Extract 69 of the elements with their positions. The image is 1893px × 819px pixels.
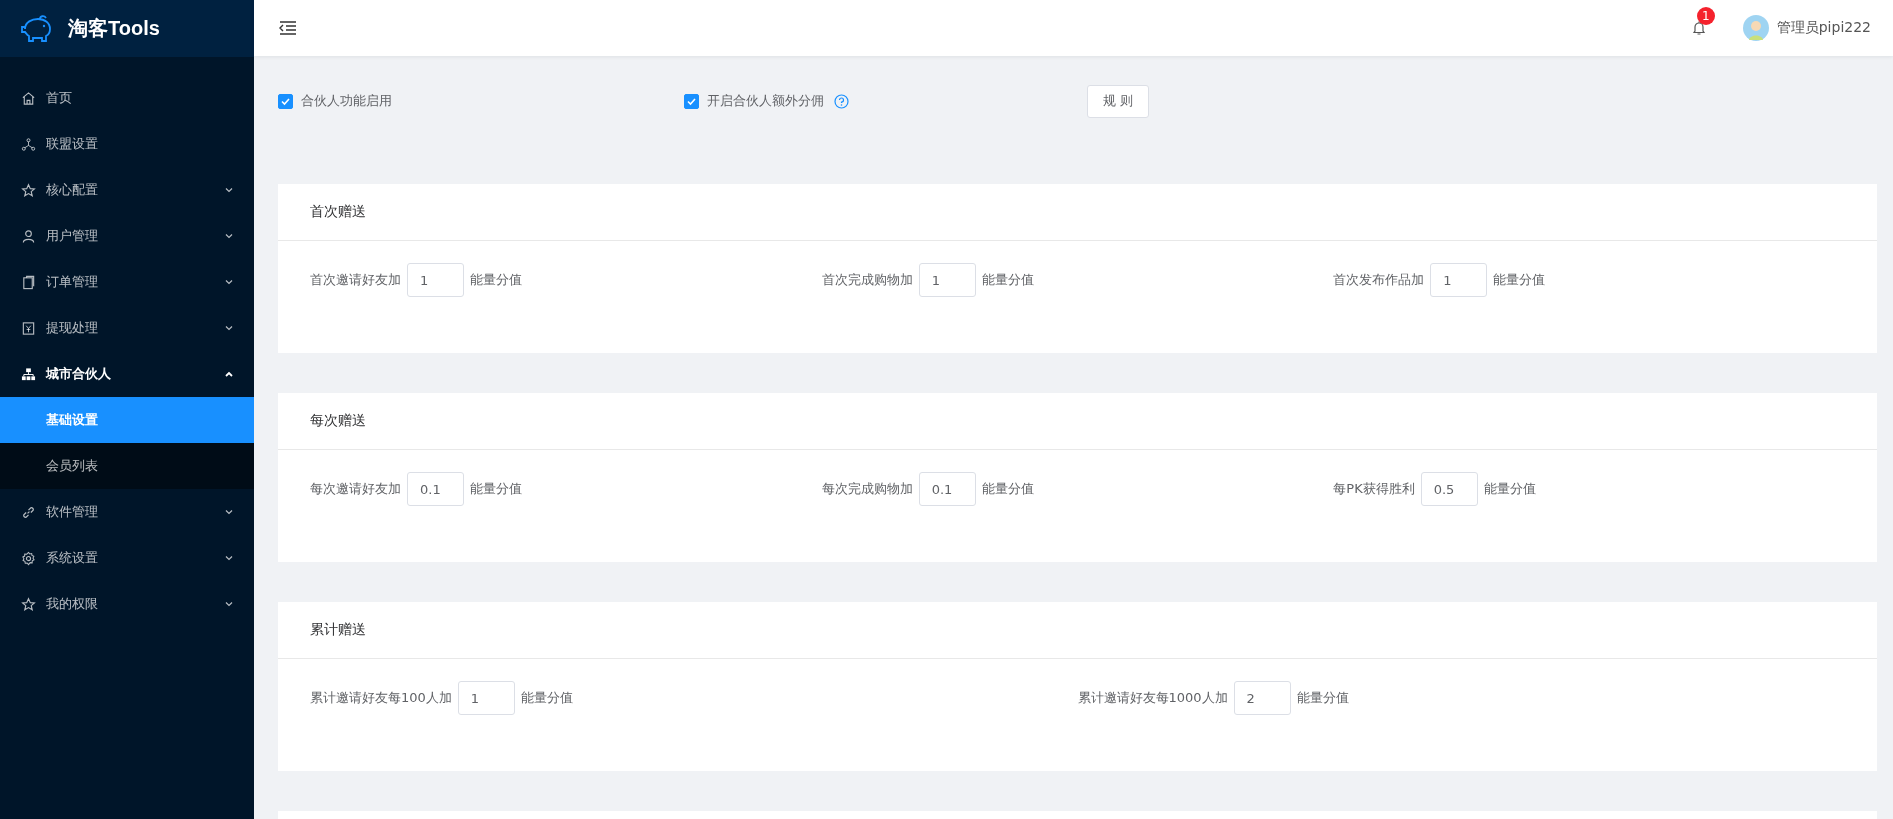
clipboard-icon: [21, 274, 36, 290]
help-icon[interactable]: [834, 93, 849, 109]
user-name[interactable]: 管理员pipi222: [1776, 19, 1871, 37]
chevron-icon: [224, 323, 234, 333]
number-input[interactable]: 1: [918, 263, 976, 297]
number-input[interactable]: 1: [407, 263, 464, 297]
checkbox-label[interactable]: 合伙人功能启用: [301, 92, 392, 110]
unit-label: 能量分值: [981, 271, 1034, 289]
yen-icon: [21, 320, 36, 336]
piggy-bank-logo-icon: [20, 14, 54, 43]
chevron-icon: [224, 231, 234, 241]
star-icon: [21, 596, 36, 612]
field-label: 首次完成购物加: [821, 271, 913, 289]
submenu-item[interactable]: 会员列表: [0, 443, 254, 489]
field-label: 每次完成购物加: [821, 480, 913, 498]
sidebar-item[interactable]: 软件管理: [0, 489, 254, 535]
sidebar-item[interactable]: 我的权限: [0, 581, 254, 627]
card-title: 首次赠送: [278, 184, 1877, 241]
star-icon: [21, 182, 36, 198]
user-icon: [21, 228, 36, 244]
number-input[interactable]: 1: [1430, 263, 1488, 297]
menu-fold-icon[interactable]: [278, 19, 298, 37]
unit-label: 能量分值: [470, 480, 522, 498]
gear-icon: [21, 550, 36, 566]
number-input[interactable]: 0.1: [407, 472, 464, 506]
field-label: 首次邀请好友加: [310, 271, 401, 289]
chevron-icon: [224, 507, 234, 517]
field-label: 累计邀请好友每100人加: [310, 689, 452, 707]
field-label: 每PK获得胜利: [1333, 480, 1415, 498]
checkbox[interactable]: [684, 93, 699, 109]
sidebar-item[interactable]: 订单管理: [0, 259, 254, 305]
sidebar-item[interactable]: 城市合伙人: [0, 351, 254, 397]
unit-label: 能量分值: [1483, 480, 1536, 498]
number-input[interactable]: 1: [457, 681, 515, 715]
chevron-icon: [224, 185, 234, 195]
checkbox-label[interactable]: 开启合伙人额外分佣: [707, 92, 824, 110]
unit-label: 能量分值: [470, 271, 522, 289]
chevron-icon: [224, 599, 234, 609]
unit-label: 能量分值: [1296, 689, 1349, 707]
rules-button[interactable]: 规 则: [1087, 84, 1150, 118]
org-icon: [21, 366, 36, 382]
card-title: 累计赠送: [278, 602, 1877, 659]
home-icon: [21, 90, 36, 106]
sidebar-item[interactable]: 核心配置: [0, 167, 254, 213]
unit-label: 能量分值: [520, 689, 573, 707]
field-label: 首次发布作品加: [1333, 271, 1425, 289]
number-input[interactable]: 0.1: [918, 472, 976, 506]
unit-label: 能量分值: [981, 480, 1034, 498]
field-label: 每次邀请好友加: [310, 480, 401, 498]
sidebar-item[interactable]: 系统设置: [0, 535, 254, 581]
sidebar-item[interactable]: 提现处理: [0, 305, 254, 351]
notification-badge: 1: [1696, 7, 1715, 25]
brand-title: 淘客Tools: [68, 16, 160, 41]
bell-icon[interactable]: [1690, 20, 1707, 36]
chevron-icon: [224, 277, 234, 287]
link-icon: [21, 504, 36, 520]
sidebar-item[interactable]: 用户管理: [0, 213, 254, 259]
checkbox[interactable]: [278, 93, 293, 109]
avatar-icon[interactable]: [1742, 15, 1769, 41]
chevron-icon: [224, 369, 234, 379]
sidebar-item[interactable]: 首页: [0, 75, 254, 121]
card-title: 每次赠送: [278, 393, 1877, 450]
field-label: 累计邀请好友每1000人加: [1077, 689, 1228, 707]
number-input[interactable]: 0.5: [1420, 472, 1478, 506]
sidebar-item[interactable]: 联盟设置: [0, 121, 254, 167]
unit-label: 能量分值: [1493, 271, 1546, 289]
chevron-icon: [224, 553, 234, 563]
network-icon: [21, 136, 36, 152]
number-input[interactable]: 2: [1233, 681, 1291, 715]
